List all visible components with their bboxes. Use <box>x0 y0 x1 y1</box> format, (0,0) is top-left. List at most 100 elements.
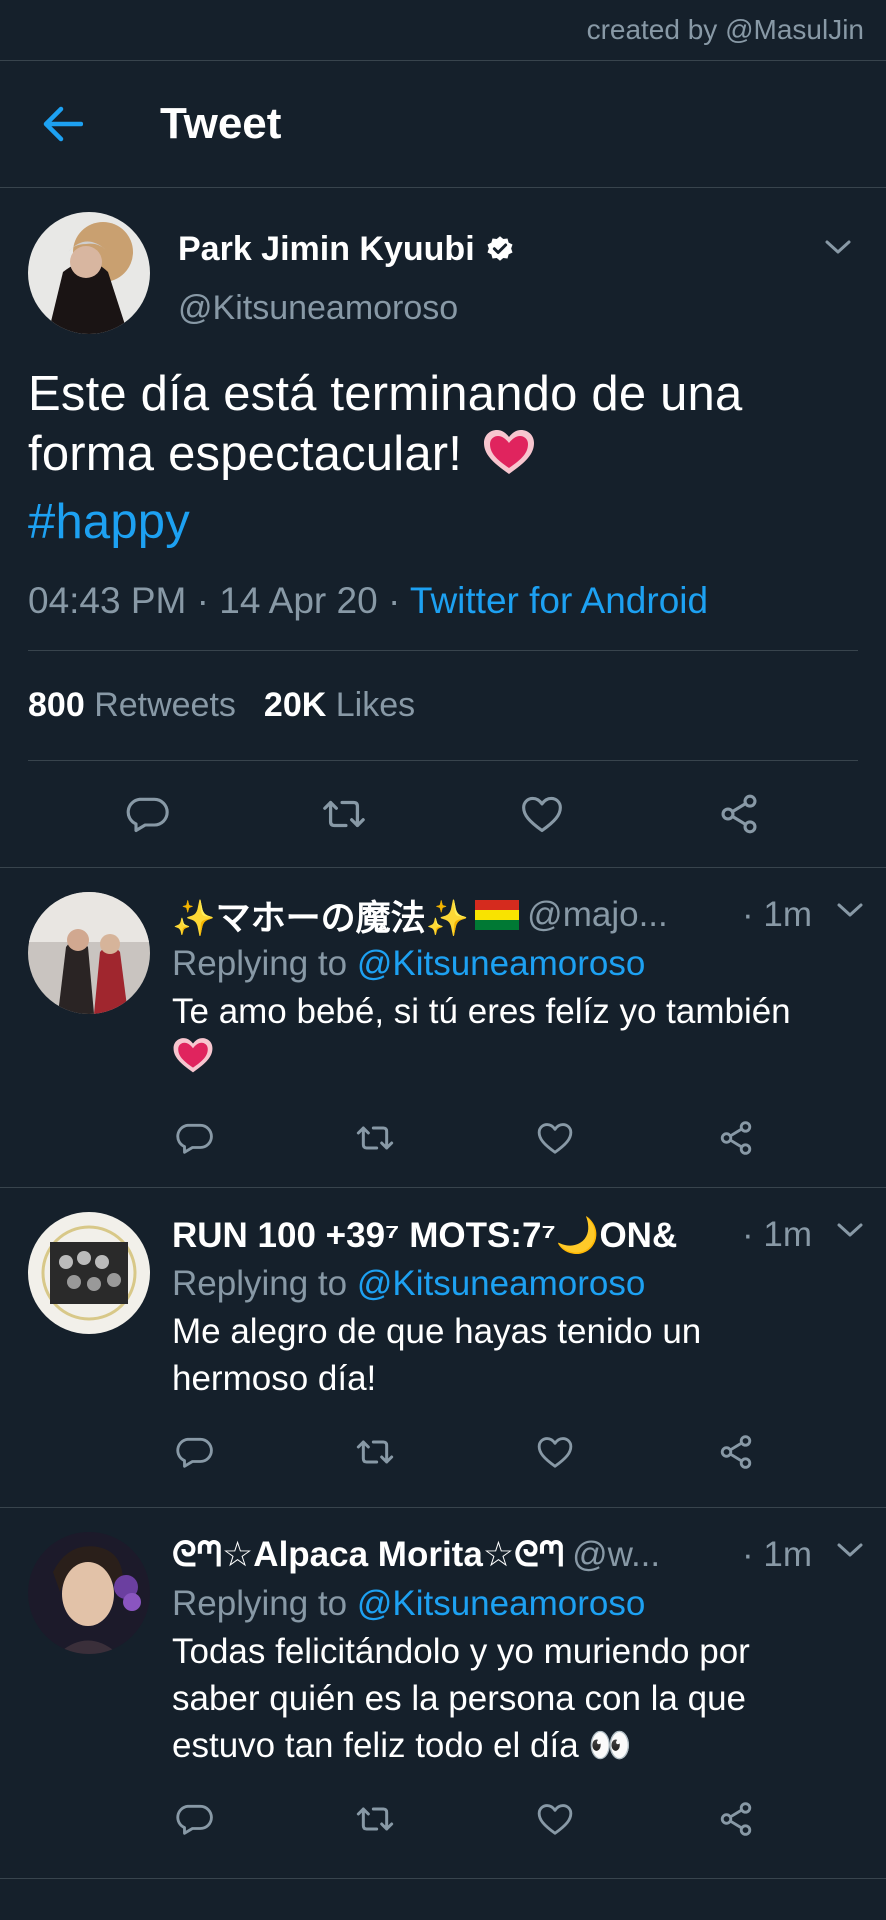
tweet-source-link[interactable]: Twitter for Android <box>410 580 708 621</box>
heart-icon <box>538 1123 573 1154</box>
reply-actions <box>172 1402 858 1502</box>
back-button[interactable] <box>28 89 98 159</box>
reply-author-name: ᘓᘉ☆Alpaca Morita☆ᘓᘉ <box>172 1535 565 1574</box>
reply-button[interactable] <box>122 789 172 839</box>
reply-text: Todas felicitándolo y yo muriendo por sa… <box>172 1628 858 1769</box>
author-name: Park Jimin Kyuubi <box>178 230 475 268</box>
reply-actions <box>172 1088 858 1188</box>
watermark: created by @MasulJin <box>586 14 864 45</box>
retweet-icon <box>356 1807 393 1831</box>
verified-badge-icon <box>485 235 515 265</box>
share-icon <box>720 1802 752 1836</box>
reply-time: · 1m <box>742 1215 812 1254</box>
replying-to-line: Replying to @Kitsuneamoroso <box>172 944 858 984</box>
reply-time: · 1m <box>742 1535 812 1574</box>
reply-avatar[interactable] <box>28 1532 150 1654</box>
reply-button[interactable] <box>172 1116 216 1160</box>
tweet-text-line: Este día está terminando de una <box>28 367 743 421</box>
reply-button[interactable] <box>172 1797 216 1841</box>
likes-label: Likes <box>335 686 416 724</box>
comment-icon <box>176 1123 213 1154</box>
tweet-stats: 800 Retweets 20K Likes <box>28 651 858 761</box>
reply-time: · 1m <box>742 895 812 934</box>
share-button[interactable] <box>714 1430 758 1474</box>
reply-text-line: hermoso día! <box>172 1359 377 1398</box>
retweets-count: 800 <box>28 686 85 724</box>
comment-icon <box>176 1804 213 1835</box>
share-icon <box>720 1435 752 1469</box>
comment-icon <box>176 1437 213 1468</box>
retweet-button[interactable] <box>353 1797 397 1841</box>
flag-bolivia-icon <box>475 900 520 930</box>
share-icon <box>720 1121 752 1155</box>
retweet-icon <box>323 800 366 828</box>
share-button[interactable] <box>714 1797 758 1841</box>
like-button[interactable] <box>533 1797 577 1841</box>
tweet-text-line: forma espectacular! <box>28 424 858 492</box>
likes-stat[interactable]: 20K Likes <box>264 686 415 725</box>
hashtag-link[interactable]: #happy <box>28 492 858 552</box>
meta-separator: · <box>387 580 410 621</box>
reply-more-options-button[interactable] <box>836 902 864 923</box>
share-button[interactable] <box>714 789 764 839</box>
replying-to-handle-link[interactable]: @Kitsuneamoroso <box>357 1264 645 1303</box>
replying-to-line: Replying to @Kitsuneamoroso <box>172 1584 858 1624</box>
reply-author-name: ✨マホーの魔法✨ <box>172 898 470 938</box>
reply-more-options-button[interactable] <box>836 1542 864 1563</box>
reply-avatar[interactable] <box>28 1212 150 1334</box>
reply-author-name: RUN 100 +39⁷ MOTS:7⁷🌙ON& <box>172 1215 678 1255</box>
meta-separator: · <box>196 580 220 621</box>
comment-icon <box>126 797 169 833</box>
share-button[interactable] <box>714 1116 758 1160</box>
reply-avatar[interactable] <box>28 892 150 1014</box>
sparkling-heart-emoji-icon <box>172 1036 214 1088</box>
chevron-down-icon <box>837 1223 863 1237</box>
share-icon <box>721 794 757 834</box>
replying-to-line: Replying to @Kitsuneamoroso <box>172 1264 858 1304</box>
tweet-meta: 04:43 PM · 14 Apr 20 · Twitter for Andro… <box>28 580 858 651</box>
reply-text-line: saber quién es la persona con la que <box>172 1679 747 1718</box>
tweet-actions <box>28 761 858 867</box>
like-button[interactable] <box>533 1430 577 1474</box>
retweet-button[interactable] <box>353 1430 397 1474</box>
retweets-label: Retweets <box>94 686 236 724</box>
likes-count: 20K <box>263 686 327 724</box>
chevron-down-icon <box>837 903 863 917</box>
retweet-icon <box>356 1440 393 1464</box>
heart-icon <box>538 1437 573 1468</box>
replying-to-handle-link[interactable]: @Kitsuneamoroso <box>357 944 645 983</box>
replying-to-label: Replying to <box>172 1264 348 1303</box>
heart-icon <box>521 796 562 833</box>
more-options-button[interactable] <box>818 232 858 262</box>
chevron-down-icon <box>825 240 851 254</box>
reply-item[interactable]: ✨マホーの魔法✨ @majo... · 1m Replying to @Kits… <box>0 867 886 1187</box>
chevron-down-icon <box>837 1543 863 1557</box>
tweet-text: Este día está terminando de una forma es… <box>28 364 858 552</box>
author-handle: @Kitsuneamoroso <box>178 289 459 327</box>
reply-item[interactable]: ᘓᘉ☆Alpaca Morita☆ᘓᘉ @w... · 1m Replying … <box>0 1507 886 1879</box>
top-bar: Tweet <box>0 60 886 188</box>
reply-text-line: Todas felicitándolo y yo muriendo por <box>172 1632 750 1671</box>
like-button[interactable] <box>533 1116 577 1160</box>
page-title: Tweet <box>160 99 282 148</box>
tweet-text-fragment: forma espectacular! <box>28 427 463 481</box>
reply-button[interactable] <box>172 1430 216 1474</box>
tweet-date: 14 Apr 20 <box>219 580 378 621</box>
author-name-row[interactable]: Park Jimin Kyuubi <box>178 230 515 269</box>
back-arrow-icon <box>43 106 83 142</box>
like-button[interactable] <box>517 789 567 839</box>
retweet-button[interactable] <box>353 1116 397 1160</box>
reply-author-handle: @w... <box>572 1535 661 1574</box>
reply-author-handle: @majo... <box>527 895 668 934</box>
author-avatar[interactable] <box>28 212 150 334</box>
replying-to-label: Replying to <box>172 944 348 983</box>
tweet-time: 04:43 PM <box>28 580 187 621</box>
reply-item[interactable]: RUN 100 +39⁷ MOTS:7⁷🌙ON& · 1m Replying t… <box>0 1187 886 1507</box>
replying-to-label: Replying to <box>172 1584 348 1623</box>
reply-text: Te amo bebé, si tú eres felíz yo también <box>172 988 858 1088</box>
retweet-button[interactable] <box>319 789 369 839</box>
retweets-stat[interactable]: 800 Retweets <box>28 686 236 725</box>
reply-more-options-button[interactable] <box>836 1222 864 1243</box>
main-tweet: Park Jimin Kyuubi @Kitsuneamoroso Este d… <box>0 188 886 867</box>
replying-to-handle-link[interactable]: @Kitsuneamoroso <box>357 1584 645 1623</box>
